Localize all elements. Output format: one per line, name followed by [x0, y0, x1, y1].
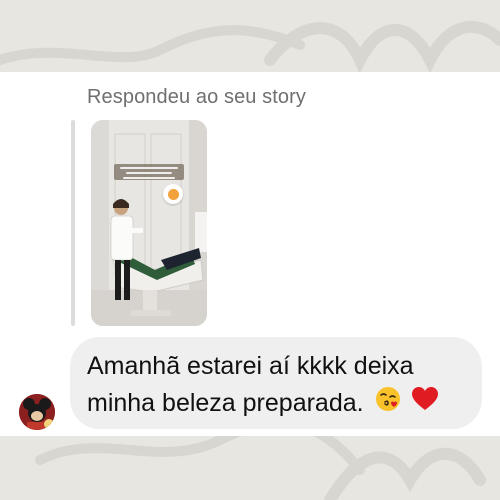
story-photo [91, 120, 207, 326]
kissing-face-heart-icon [375, 386, 401, 423]
sender-avatar[interactable] [19, 394, 55, 430]
emoji-sticker-icon [163, 184, 183, 204]
message-line-2: minha beleza preparada. [87, 389, 364, 417]
message-line-2-wrap: minha beleza preparada. [87, 385, 475, 423]
message-text: Amanhã estarei aí kkkk deixa minha belez… [87, 348, 475, 423]
story-caption-overlay [114, 164, 184, 180]
message-line-1: Amanhã estarei aí kkkk deixa [87, 352, 414, 380]
red-heart-icon [411, 386, 439, 423]
reply-quote-bar [71, 120, 75, 326]
story-thumbnail[interactable] [91, 120, 207, 326]
story-reply-label: Respondeu ao seu story [87, 86, 307, 108]
avatar-image [19, 394, 55, 430]
